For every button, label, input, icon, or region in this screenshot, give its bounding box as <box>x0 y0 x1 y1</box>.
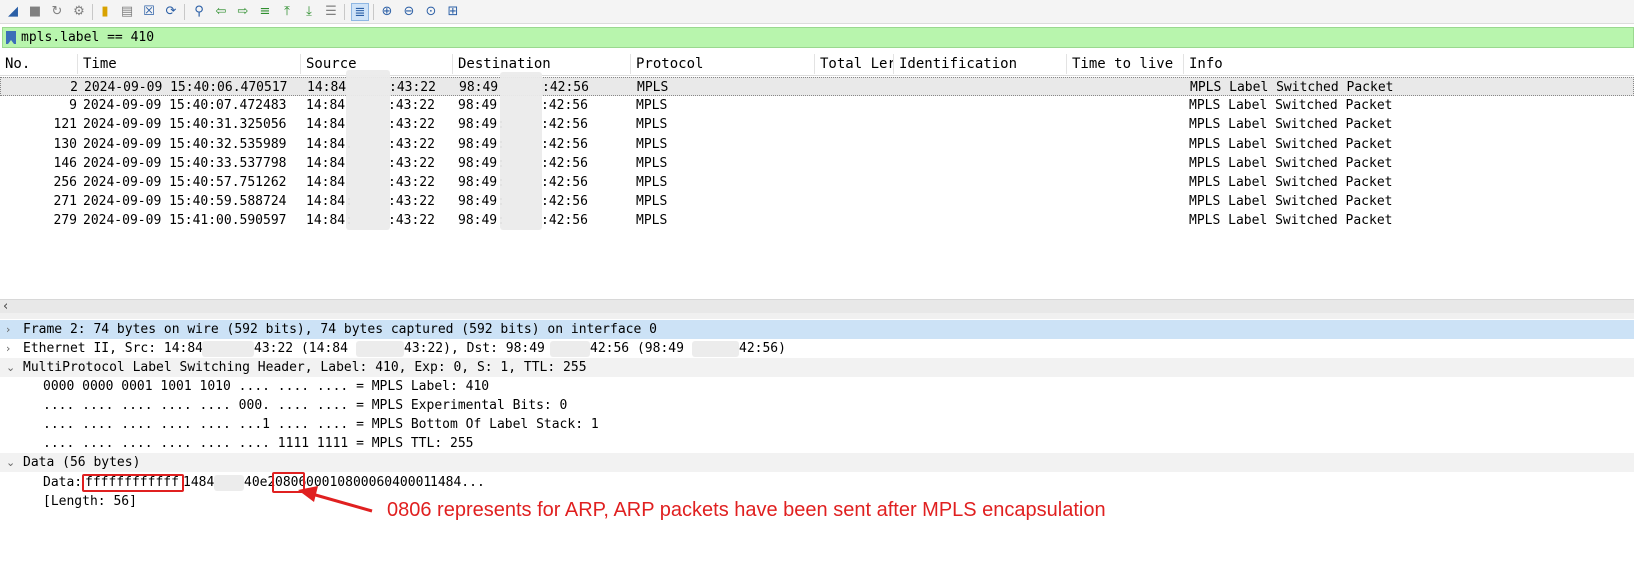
annotation-text: 0806 represents for ARP, ARP packets hav… <box>387 499 1106 521</box>
annotation-arrow <box>298 486 373 513</box>
